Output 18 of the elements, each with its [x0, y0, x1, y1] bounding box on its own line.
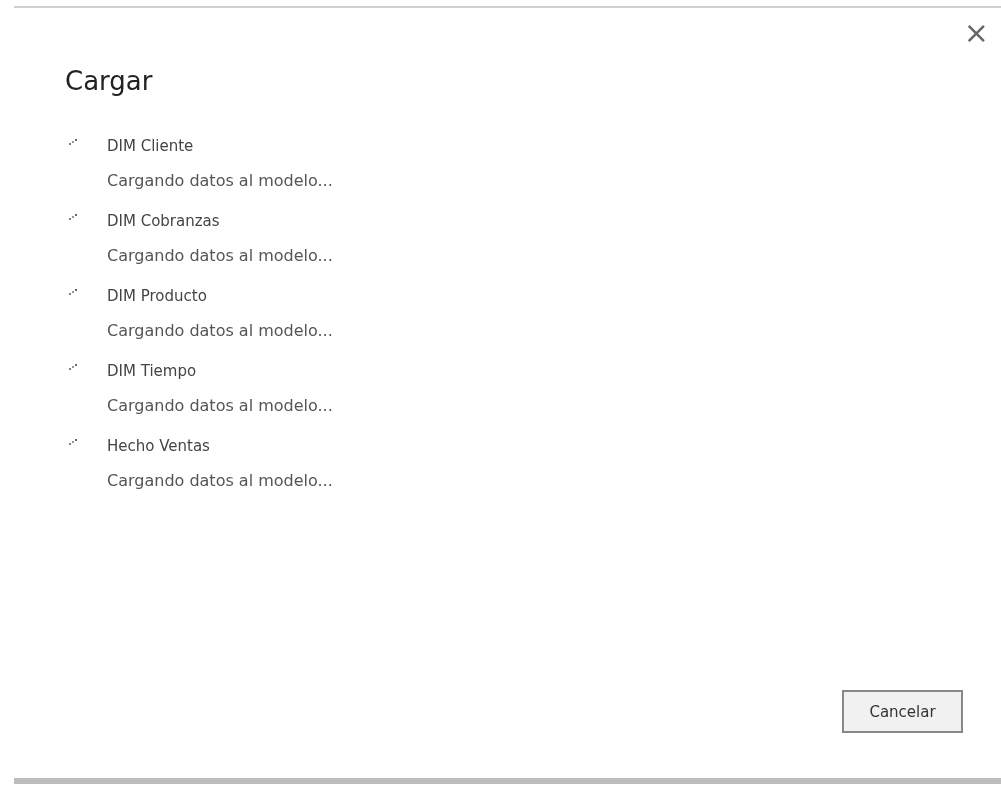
loading-spinner-icon	[69, 439, 77, 445]
loading-spinner-icon	[69, 139, 77, 145]
table-name: DIM Producto	[107, 286, 208, 306]
close-button[interactable]: ×	[963, 18, 989, 48]
dialog-title: Cargar	[65, 65, 153, 98]
loading-spinner-icon	[69, 289, 77, 295]
status-text: Cargando datos al modelo...	[107, 320, 333, 342]
table-name: DIM Cliente	[107, 136, 195, 156]
loading-spinner-icon	[69, 214, 77, 220]
loading-spinner-icon	[69, 364, 77, 370]
status-text: Cargando datos al modelo...	[107, 470, 333, 492]
table-name: DIM Cobranzas	[107, 211, 221, 231]
status-text: Cargando datos al modelo...	[107, 170, 333, 192]
status-text: Cargando datos al modelo...	[107, 395, 333, 417]
table-name: Hecho Ventas	[107, 436, 211, 456]
cancel-button[interactable]: Cancelar	[842, 690, 963, 733]
status-text: Cargando datos al modelo...	[107, 245, 333, 267]
table-name: DIM Tiempo	[107, 361, 198, 381]
